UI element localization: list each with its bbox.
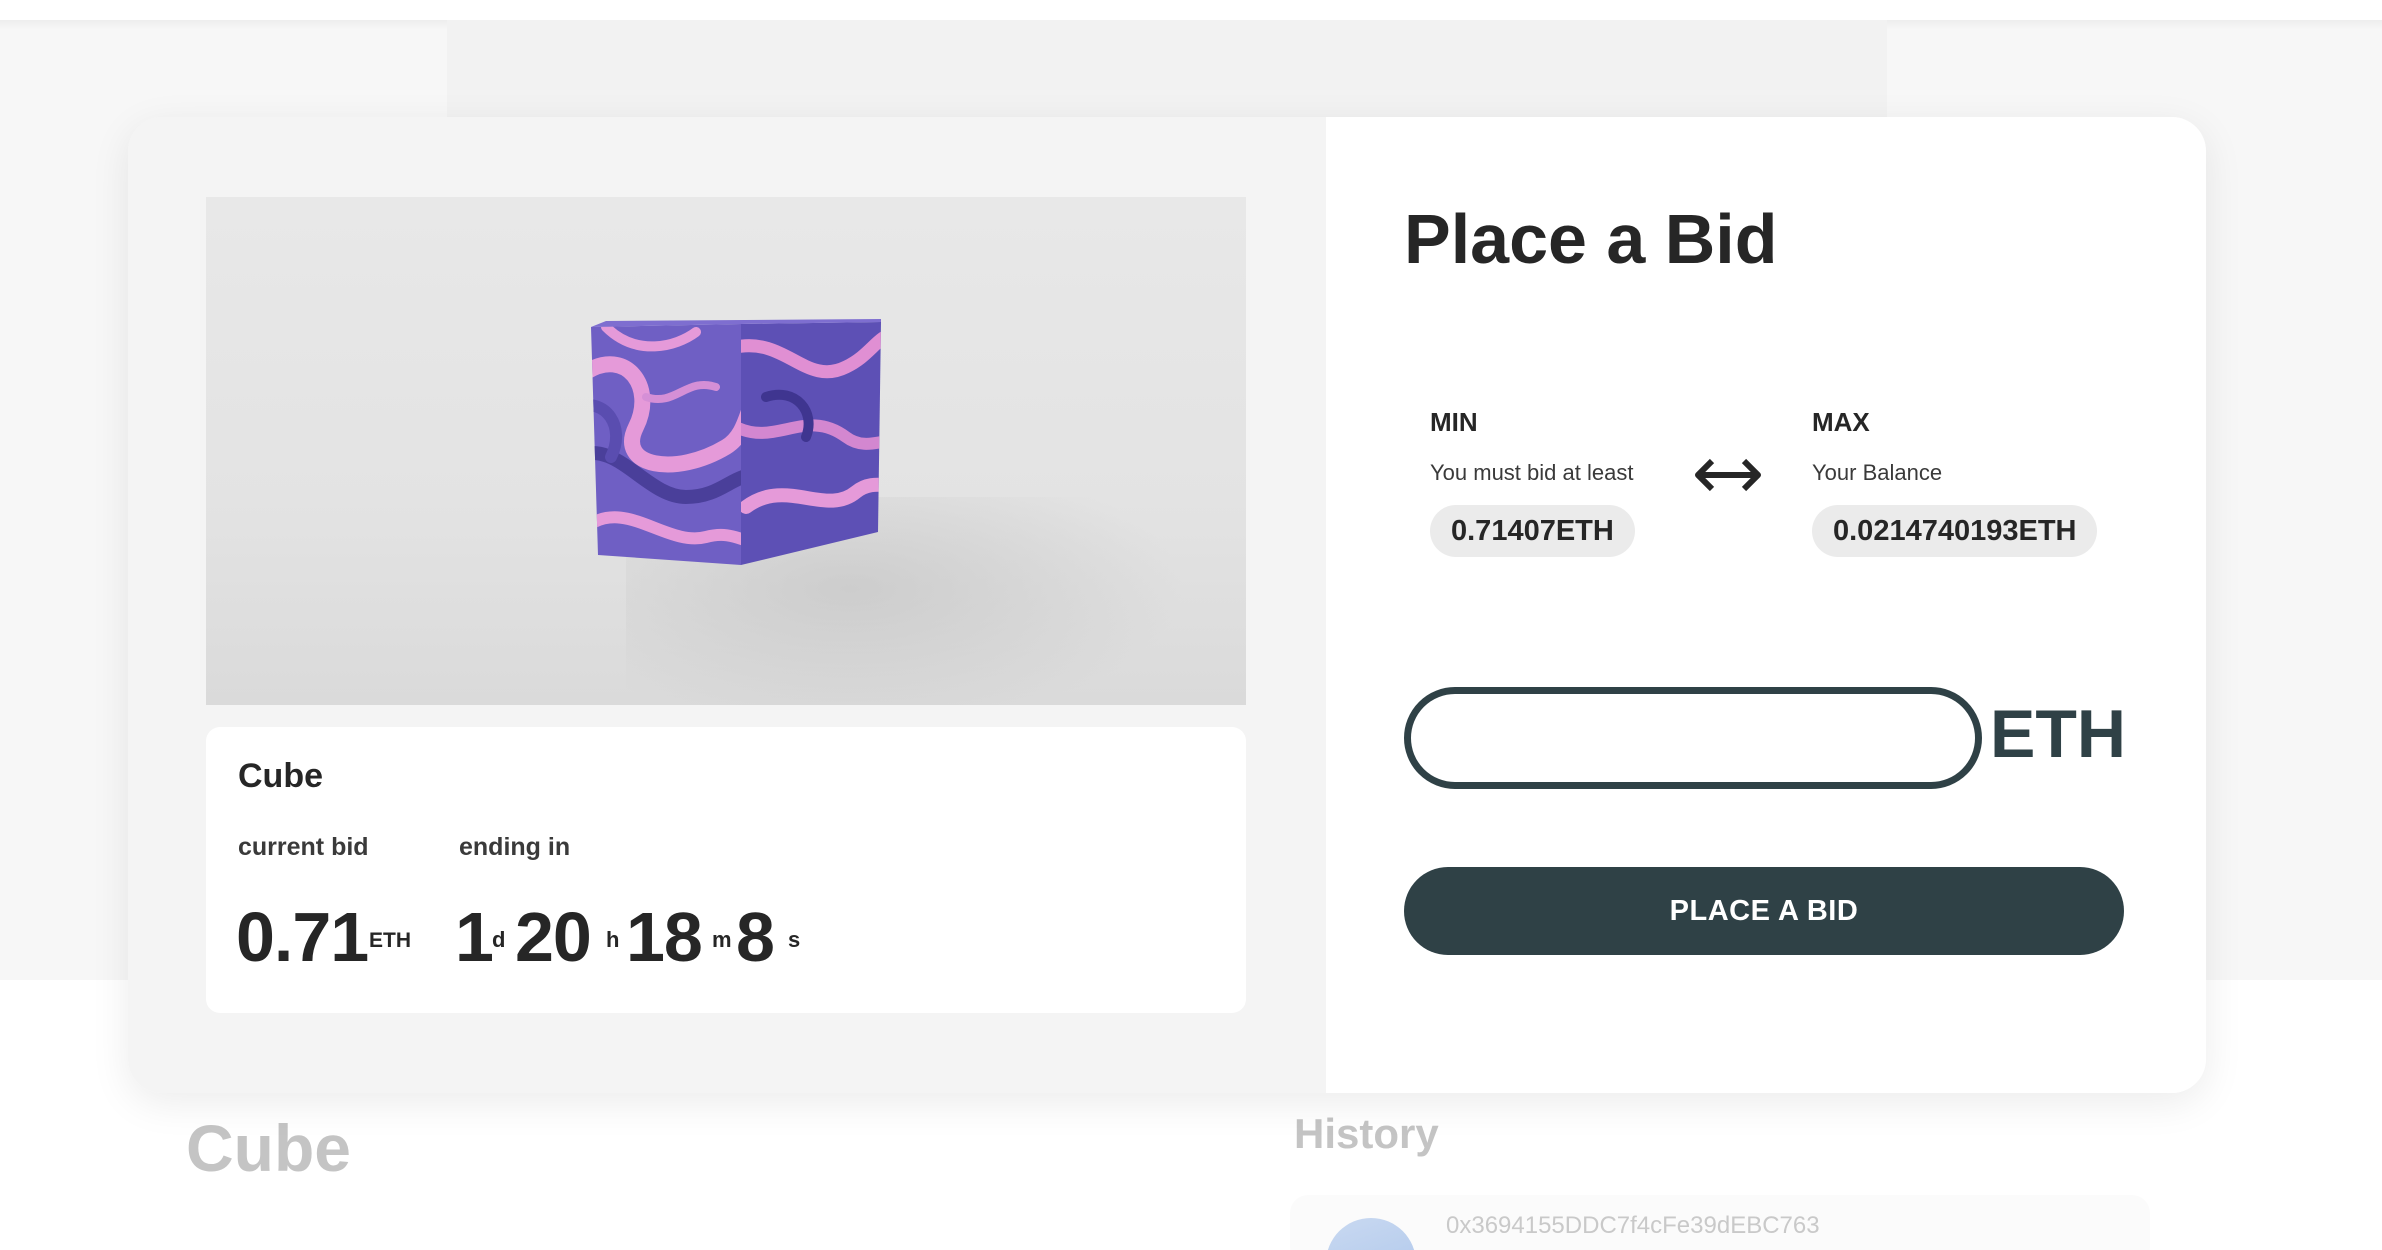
history-title: History — [1294, 1110, 1439, 1157]
min-bid-value: 0.71407ETH — [1430, 505, 1635, 557]
bid-amount-input[interactable] — [1404, 687, 1982, 789]
countdown-minutes-unit: m — [712, 927, 732, 952]
top-bar — [0, 0, 2382, 20]
bid-form-panel: Place a Bid MIN You must bid at least 0.… — [1326, 117, 2206, 1093]
current-bid-unit: ETH — [369, 929, 411, 952]
min-sublabel: You must bid at least — [1430, 460, 1634, 485]
cube-icon — [591, 319, 881, 565]
item-info-card: Cube current bid ending in 0.71 ETH 1 d … — [206, 727, 1246, 1013]
max-label: MAX — [1812, 407, 1870, 437]
place-bid-button[interactable]: PLACE A BID — [1404, 867, 2124, 955]
countdown-minutes: 18 — [626, 898, 703, 976]
min-label: MIN — [1430, 407, 1478, 437]
countdown-days: 1 — [455, 898, 494, 976]
countdown-hours-unit: h — [606, 927, 620, 952]
history-address[interactable]: 0x3694155DDC7f4cFe39dEBC763 — [1446, 1212, 1820, 1240]
countdown-seconds-unit: s — [788, 927, 801, 952]
max-sublabel: Your Balance — [1812, 460, 1943, 485]
background-item-title: Cube — [186, 1111, 351, 1185]
left-right-arrow-icon — [1695, 458, 1761, 492]
bid-currency-suffix: ETH — [1990, 696, 2126, 772]
countdown-hours: 20 — [515, 898, 592, 976]
balance-value: 0.0214740193ETH — [1812, 505, 2098, 557]
ending-in-label: ending in — [459, 833, 571, 861]
place-bid-modal: Cube current bid ending in 0.71 ETH 1 d … — [128, 117, 2206, 1093]
countdown-days-unit: d — [492, 927, 506, 952]
bid-heading: Place a Bid — [1404, 200, 1778, 278]
item-title: Cube — [238, 757, 323, 795]
item-preview-panel: Cube current bid ending in 0.71 ETH 1 d … — [128, 117, 1326, 1093]
background-banner — [447, 20, 1887, 120]
item-image — [206, 197, 1246, 705]
current-bid-value: 0.71 — [236, 898, 369, 976]
countdown-seconds: 8 — [736, 898, 775, 976]
current-bid-label: current bid — [238, 833, 369, 861]
